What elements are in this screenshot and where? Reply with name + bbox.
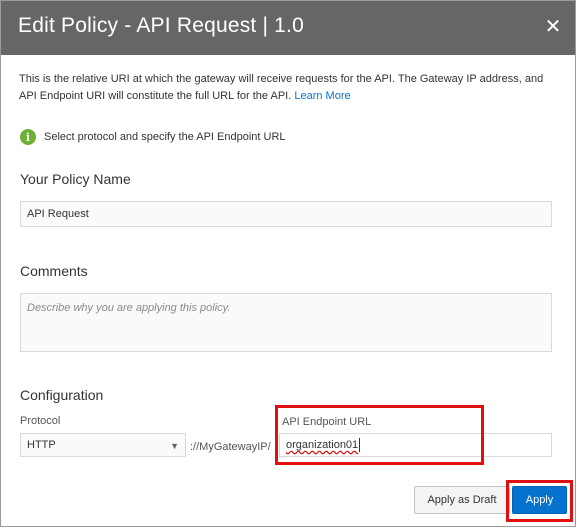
policy-name-value: API Request: [27, 208, 89, 220]
learn-more-link[interactable]: Learn More: [294, 90, 350, 102]
apply-as-draft-button[interactable]: Apply as Draft: [414, 486, 510, 514]
info-icon: i: [20, 129, 36, 145]
info-message: i Select protocol and specify the API En…: [20, 128, 286, 146]
protocol-label: Protocol: [20, 415, 61, 427]
dialog-titlebar: Edit Policy - API Request | 1.0 ✕: [1, 1, 575, 55]
chevron-down-icon: ▼: [170, 441, 179, 451]
protocol-value: HTTP: [27, 439, 56, 451]
dialog-description: This is the relative URI at which the ga…: [19, 71, 559, 105]
comments-label: Comments: [20, 263, 88, 279]
policy-name-label: Your Policy Name: [20, 171, 131, 187]
gateway-prefix: ://MyGatewayIP/: [190, 441, 271, 453]
apply-button[interactable]: Apply: [512, 486, 567, 514]
edit-policy-dialog: Edit Policy - API Request | 1.0 ✕ This i…: [0, 0, 576, 527]
close-icon[interactable]: ✕: [543, 15, 563, 39]
policy-name-input[interactable]: API Request: [20, 201, 552, 227]
comments-placeholder: Describe why you are applying this polic…: [27, 302, 231, 314]
protocol-select[interactable]: HTTP ▼: [20, 433, 186, 457]
configuration-label: Configuration: [20, 387, 104, 403]
endpoint-highlight-box: [275, 405, 484, 465]
comments-textarea[interactable]: Describe why you are applying this polic…: [20, 293, 552, 352]
dialog-title: Edit Policy - API Request | 1.0: [18, 14, 304, 37]
description-text: This is the relative URI at which the ga…: [19, 73, 544, 102]
info-text: Select protocol and specify the API Endp…: [44, 131, 286, 143]
